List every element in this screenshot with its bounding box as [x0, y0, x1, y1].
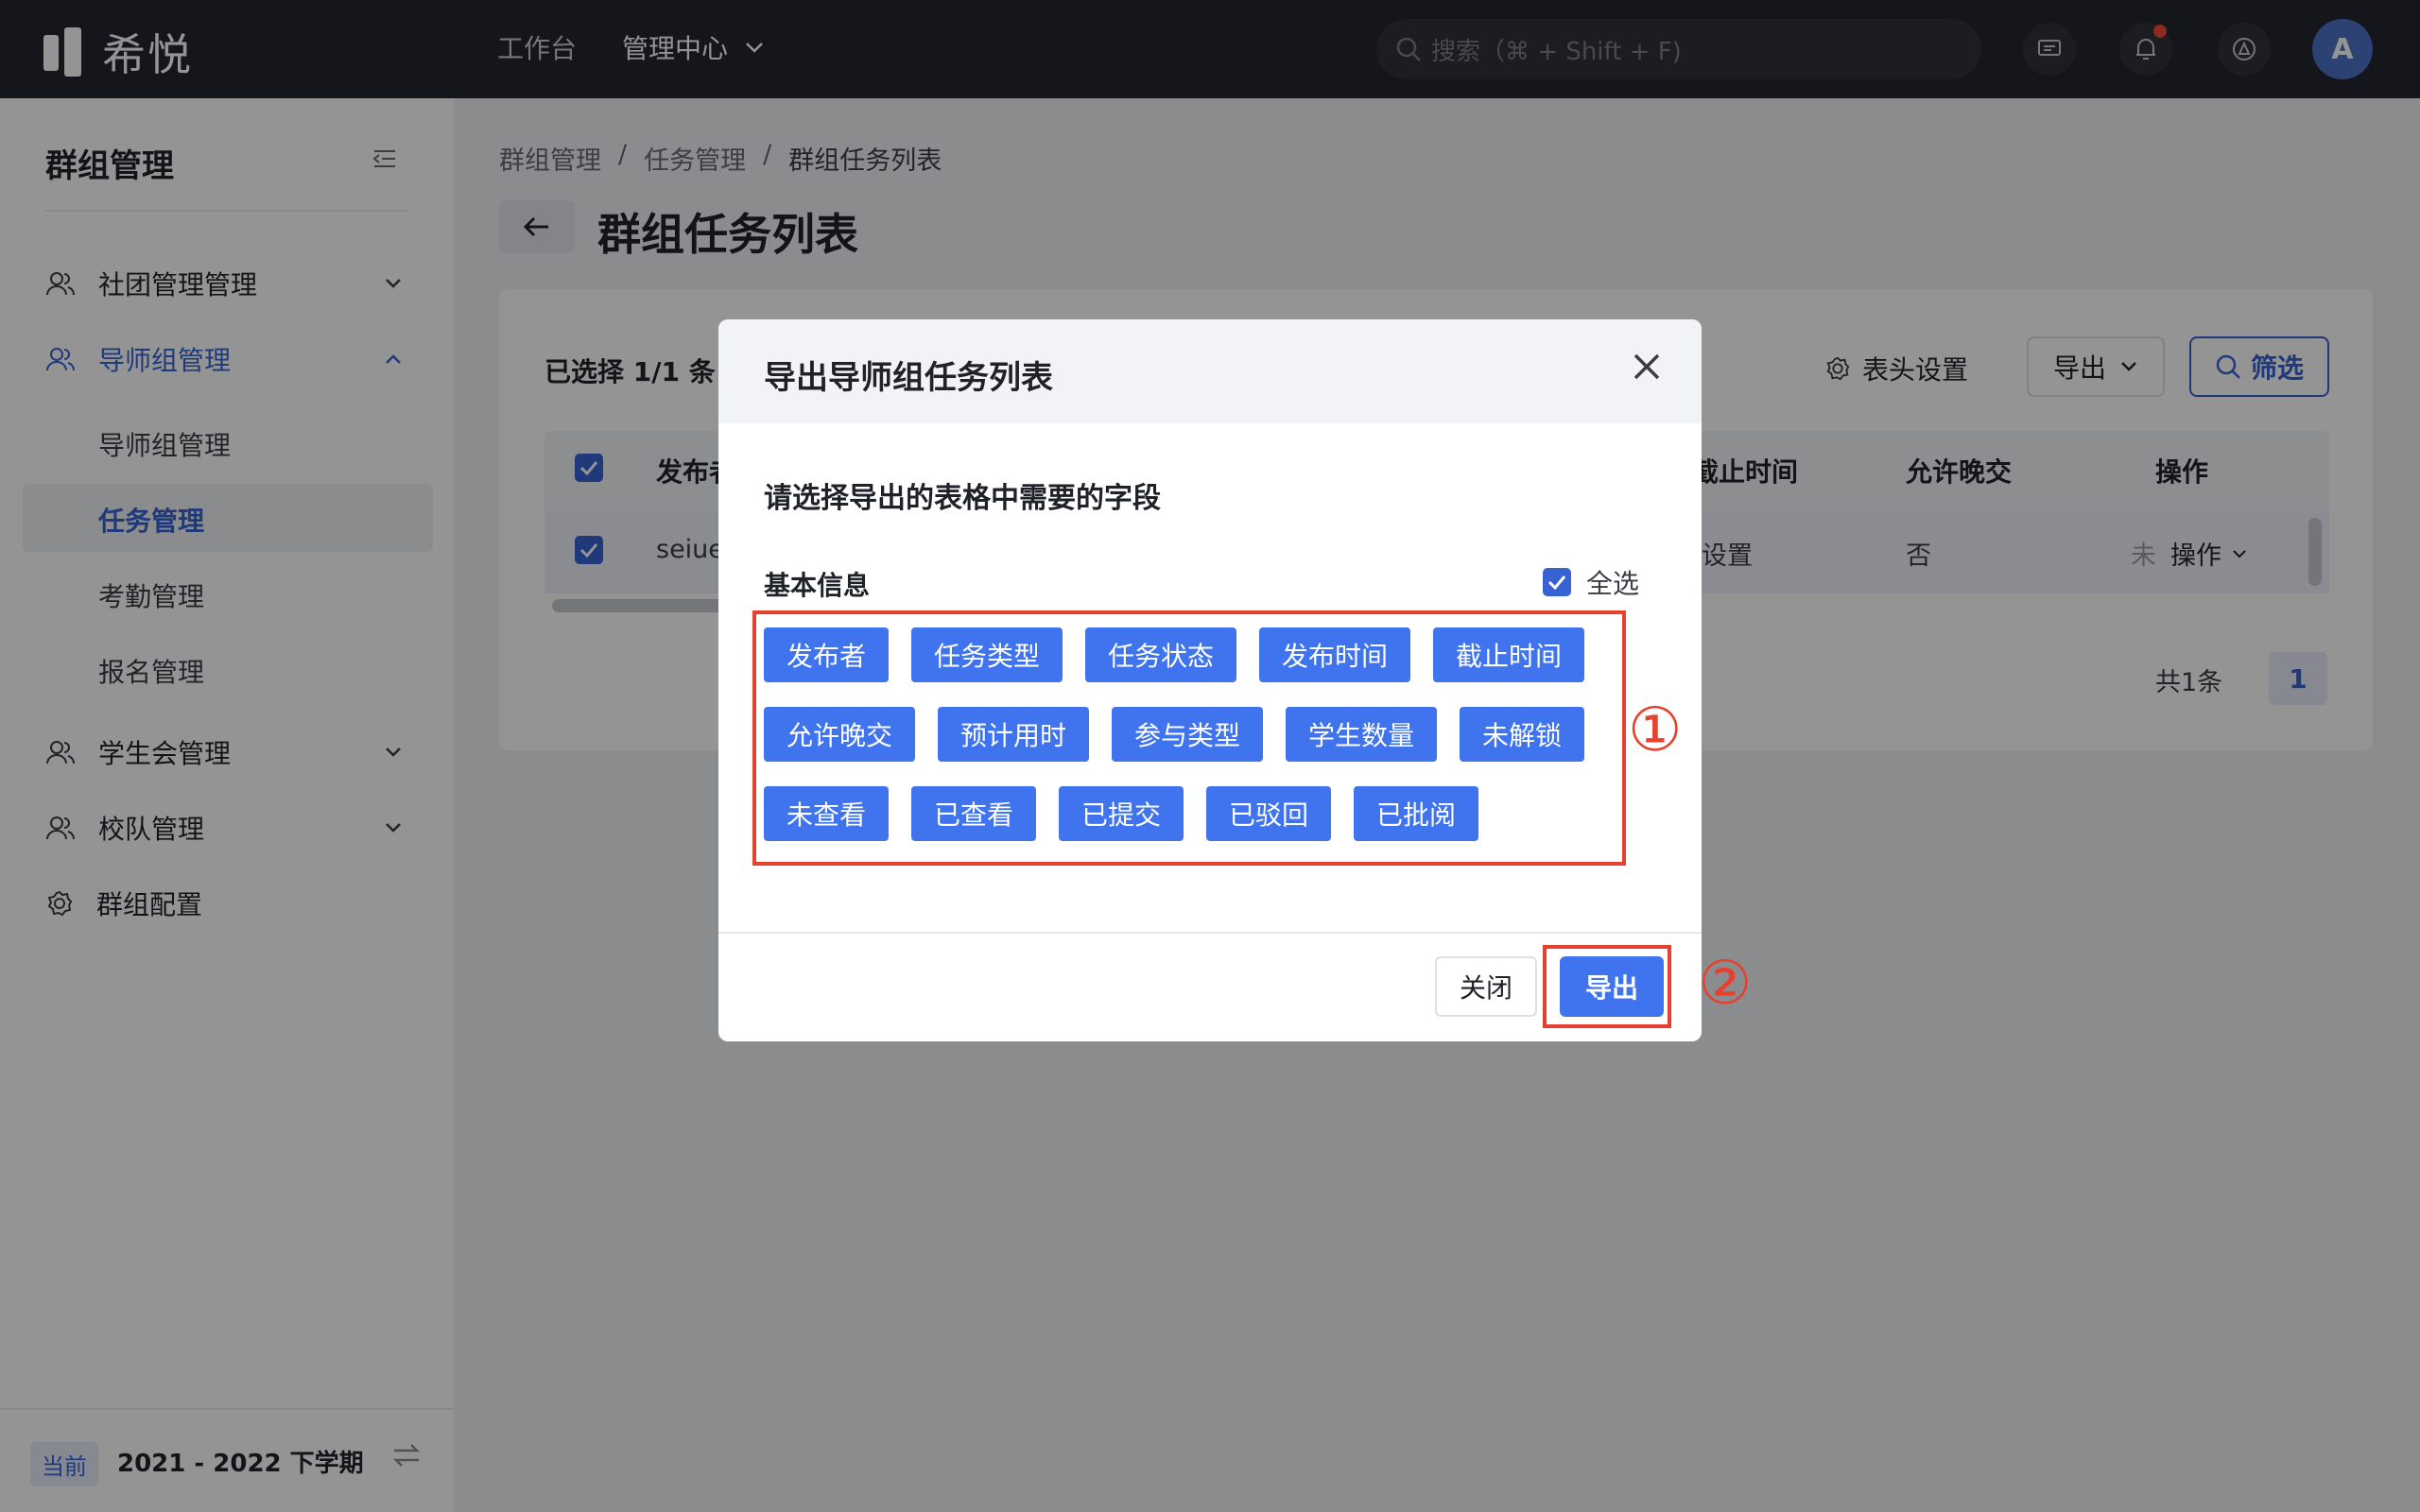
highlight-box-export [1543, 945, 1671, 1028]
step-marker-2: ② [1698, 949, 1753, 1019]
check-icon [1547, 576, 1566, 590]
select-all-fields-checkbox[interactable] [1543, 568, 1571, 596]
field-group-title: 基本信息 [764, 570, 871, 601]
highlight-box-fields [752, 610, 1626, 866]
select-all-fields[interactable]: 全选 [1543, 563, 1639, 601]
close-button[interactable]: 关闭 [1435, 956, 1537, 1017]
step-marker-1: ① [1628, 696, 1683, 765]
dialog-footer-divider [718, 932, 1702, 934]
dialog-description: 请选择导出的表格中需要的字段 [764, 482, 1161, 515]
close-icon[interactable] [1630, 350, 1664, 384]
dialog-title: 导出导师组任务列表 [764, 359, 1053, 397]
select-all-label: 全选 [1586, 568, 1640, 599]
